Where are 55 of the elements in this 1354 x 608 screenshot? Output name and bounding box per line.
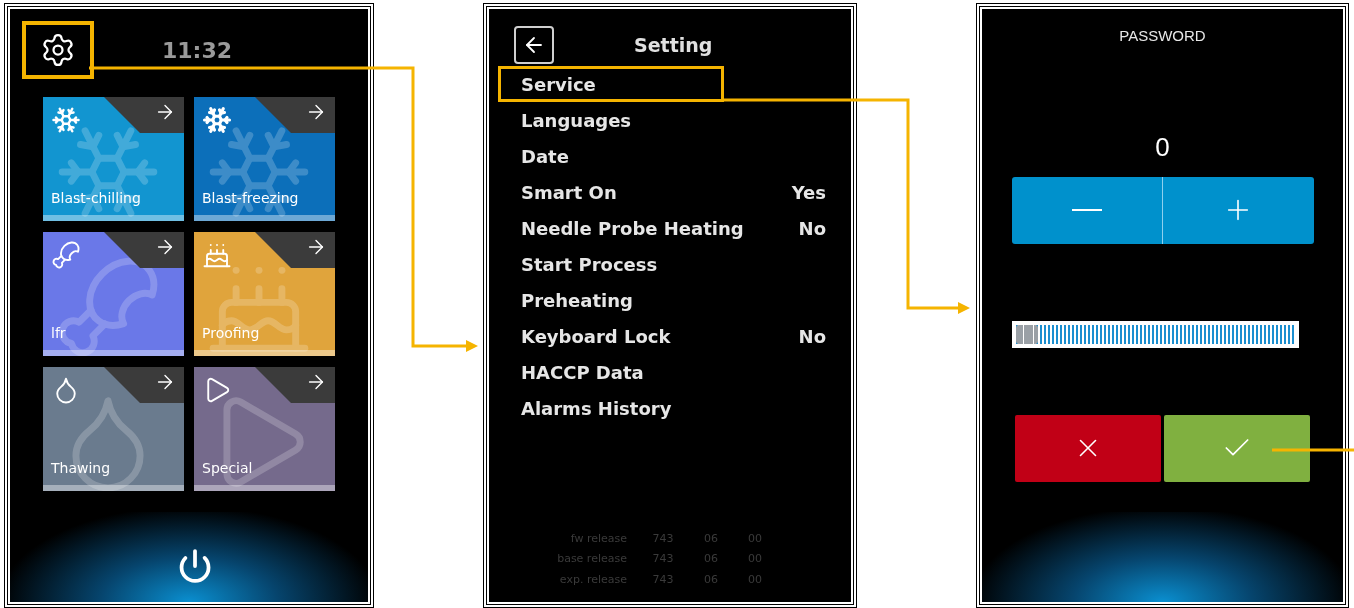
decrement-button[interactable]: [1011, 176, 1163, 244]
release-label: exp. release: [558, 571, 628, 588]
program-tile[interactable]: Blast-freezing: [194, 97, 335, 221]
menu-item-label: Service: [521, 72, 596, 97]
menu-item-label: Keyboard Lock: [521, 324, 671, 349]
settings-icon: [40, 32, 76, 68]
menu-item[interactable]: HACCP Data: [498, 354, 829, 390]
menu-item-label: Date: [521, 144, 569, 169]
back-button[interactable]: [514, 26, 554, 64]
release-value: 00: [747, 551, 763, 567]
menu-item-value: No: [798, 324, 826, 349]
screen-title: Setting: [634, 32, 713, 58]
program-tile[interactable]: Thawing: [43, 367, 184, 491]
menu-item-label: HACCP Data: [521, 360, 644, 385]
menu-item[interactable]: Preheating: [498, 282, 829, 318]
release-value: 743: [651, 571, 675, 588]
tile-label: lfr: [51, 324, 66, 343]
menu-item-label: Alarms History: [521, 396, 672, 421]
menu-item[interactable]: Alarms History: [498, 390, 829, 426]
release-value: 743: [651, 530, 675, 547]
release-label: base release: [556, 551, 628, 567]
release-value: 06: [703, 571, 719, 588]
menu-item-label: Languages: [521, 108, 632, 133]
password-value: 0: [1155, 130, 1170, 164]
power-icon: [177, 548, 213, 584]
menu-item[interactable]: Needle Probe Heating No: [498, 210, 829, 246]
release-value: 00: [747, 571, 763, 588]
screen-title: PASSWORD: [1119, 26, 1206, 46]
menu-item[interactable]: Smart On Yes: [498, 174, 829, 210]
settings-button[interactable]: [22, 21, 94, 79]
release-value: 06: [703, 530, 719, 547]
menu-item[interactable]: Service: [498, 66, 724, 102]
menu-item[interactable]: Languages: [498, 102, 829, 138]
clock-time: 11:32: [162, 36, 233, 65]
menu-item-value: No: [798, 216, 826, 241]
menu-item[interactable]: Start Process: [498, 246, 829, 282]
release-label: fw release: [569, 530, 628, 547]
menu-item-value: Yes: [791, 180, 826, 205]
menu-item[interactable]: Date: [498, 138, 829, 174]
tile-label: Special: [202, 459, 253, 478]
tile-label: Proofing: [202, 324, 260, 343]
release-value: 00: [747, 530, 763, 547]
menu-item-label: Needle Probe Heating: [521, 216, 744, 241]
slider-thumb[interactable]: [1016, 324, 1038, 344]
tile-label: Blast-freezing: [202, 189, 299, 208]
menu-item-label: Preheating: [521, 288, 633, 313]
release-value: 743: [651, 551, 675, 567]
minus-icon: [1071, 209, 1102, 211]
tile-label: Thawing: [51, 459, 111, 478]
release-value: 06: [703, 551, 719, 567]
menu-item[interactable]: Keyboard Lock No: [498, 318, 829, 354]
program-tile[interactable]: Special: [194, 367, 335, 491]
tile-label: Blast-chilling: [51, 189, 141, 208]
menu-item-label: Smart On: [521, 180, 617, 205]
menu-item-label: Start Process: [521, 252, 658, 277]
